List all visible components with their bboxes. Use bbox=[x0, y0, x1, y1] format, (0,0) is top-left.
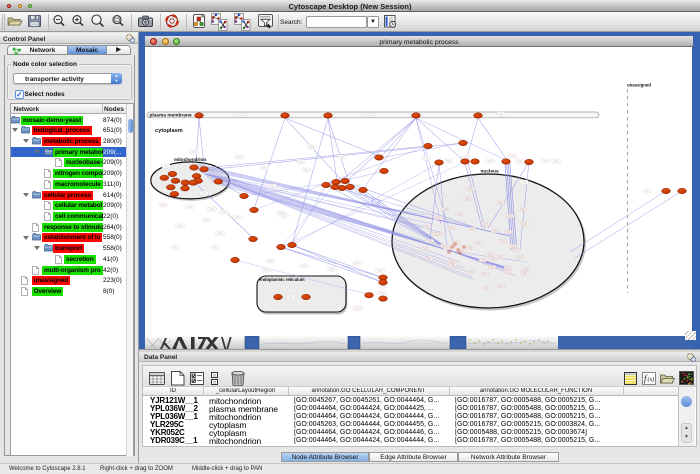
svg-text:mitochondrion: mitochondrion bbox=[174, 157, 206, 162]
svg-text:nucleus: nucleus bbox=[481, 169, 499, 175]
svg-text:unassigned: unassigned bbox=[627, 83, 651, 88]
svg-text:(x): (x) bbox=[648, 376, 655, 383]
svg-text:cytoplasm: cytoplasm bbox=[155, 128, 183, 134]
svg-text:endoplasmic reticulum: endoplasmic reticulum bbox=[259, 277, 305, 282]
svg-text:plasma membrane: plasma membrane bbox=[150, 112, 192, 118]
